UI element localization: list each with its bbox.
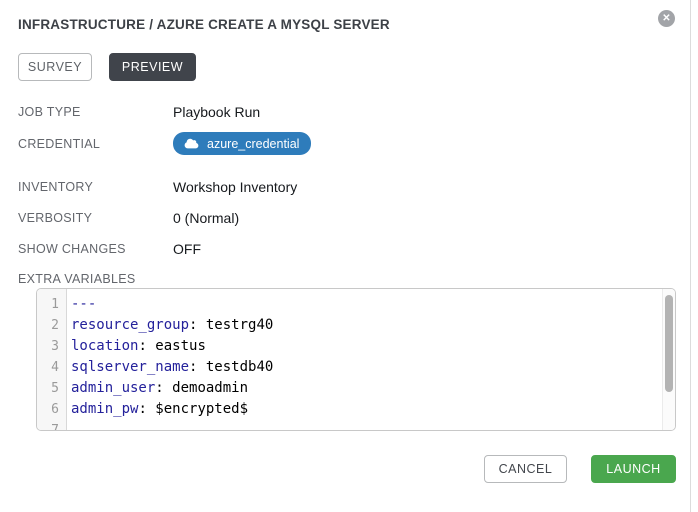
credential-badge-label: azure_credential — [207, 137, 299, 151]
line-number: 1 — [37, 294, 67, 315]
launch-button[interactable]: LAUNCH — [591, 455, 676, 483]
inventory-label: INVENTORY — [18, 180, 173, 194]
code-line: 2 resource_group: testrg40 — [37, 315, 661, 336]
credential-label: CREDENTIAL — [18, 137, 173, 151]
field-row-credential: CREDENTIAL azure_credential — [18, 132, 311, 155]
job-type-label: JOB TYPE — [18, 105, 173, 119]
verbosity-value: 0 (Normal) — [173, 210, 239, 226]
field-row-show-changes: SHOW CHANGES OFF — [18, 241, 201, 257]
editor-scrollbar-track[interactable] — [662, 289, 675, 430]
show-changes-label: SHOW CHANGES — [18, 242, 173, 256]
job-type-value: Playbook Run — [173, 104, 260, 120]
cloud-icon — [184, 138, 199, 149]
line-number: 4 — [37, 357, 67, 378]
code-line: 1 --- — [37, 294, 661, 315]
field-row-job-type: JOB TYPE Playbook Run — [18, 104, 260, 120]
tab-survey[interactable]: SURVEY — [18, 53, 92, 81]
editor-scrollbar-thumb[interactable] — [665, 295, 673, 392]
line-number: 3 — [37, 336, 67, 357]
line-number: 2 — [37, 315, 67, 336]
code-line: 7 — [37, 420, 661, 431]
close-icon[interactable]: ✕ — [658, 10, 675, 27]
credential-badge[interactable]: azure_credential — [173, 132, 311, 155]
tab-preview[interactable]: PREVIEW — [109, 53, 196, 81]
verbosity-label: VERBOSITY — [18, 211, 173, 225]
inventory-value: Workshop Inventory — [173, 179, 297, 195]
code-line: 6 admin_pw: $encrypted$ — [37, 399, 661, 420]
line-number: 6 — [37, 399, 67, 420]
code-line: 4 sqlserver_name: testdb40 — [37, 357, 661, 378]
cancel-button[interactable]: CANCEL — [484, 455, 567, 483]
extra-variables-editor[interactable]: 1 --- 2 resource_group: testrg40 3 locat… — [36, 288, 676, 431]
code-line: 5 admin_user: demoadmin — [37, 378, 661, 399]
line-number: 7 — [37, 420, 67, 431]
modal-right-edge — [690, 0, 691, 512]
field-row-verbosity: VERBOSITY 0 (Normal) — [18, 210, 239, 226]
job-launch-preview-modal: INFRASTRUCTURE / AZURE CREATE A MYSQL SE… — [0, 0, 698, 512]
line-number: 5 — [37, 378, 67, 399]
show-changes-value: OFF — [173, 241, 201, 257]
modal-title: INFRASTRUCTURE / AZURE CREATE A MYSQL SE… — [18, 17, 390, 32]
extra-variables-label-row: EXTRA VARIABLES — [18, 272, 173, 286]
tab-bar: SURVEY PREVIEW — [18, 53, 196, 81]
modal-footer: CANCEL LAUNCH — [484, 455, 676, 483]
field-row-inventory: INVENTORY Workshop Inventory — [18, 179, 297, 195]
editor-code-area: 1 --- 2 resource_group: testrg40 3 locat… — [37, 294, 661, 431]
code-line: 3 location: eastus — [37, 336, 661, 357]
extra-variables-label: EXTRA VARIABLES — [18, 272, 173, 286]
